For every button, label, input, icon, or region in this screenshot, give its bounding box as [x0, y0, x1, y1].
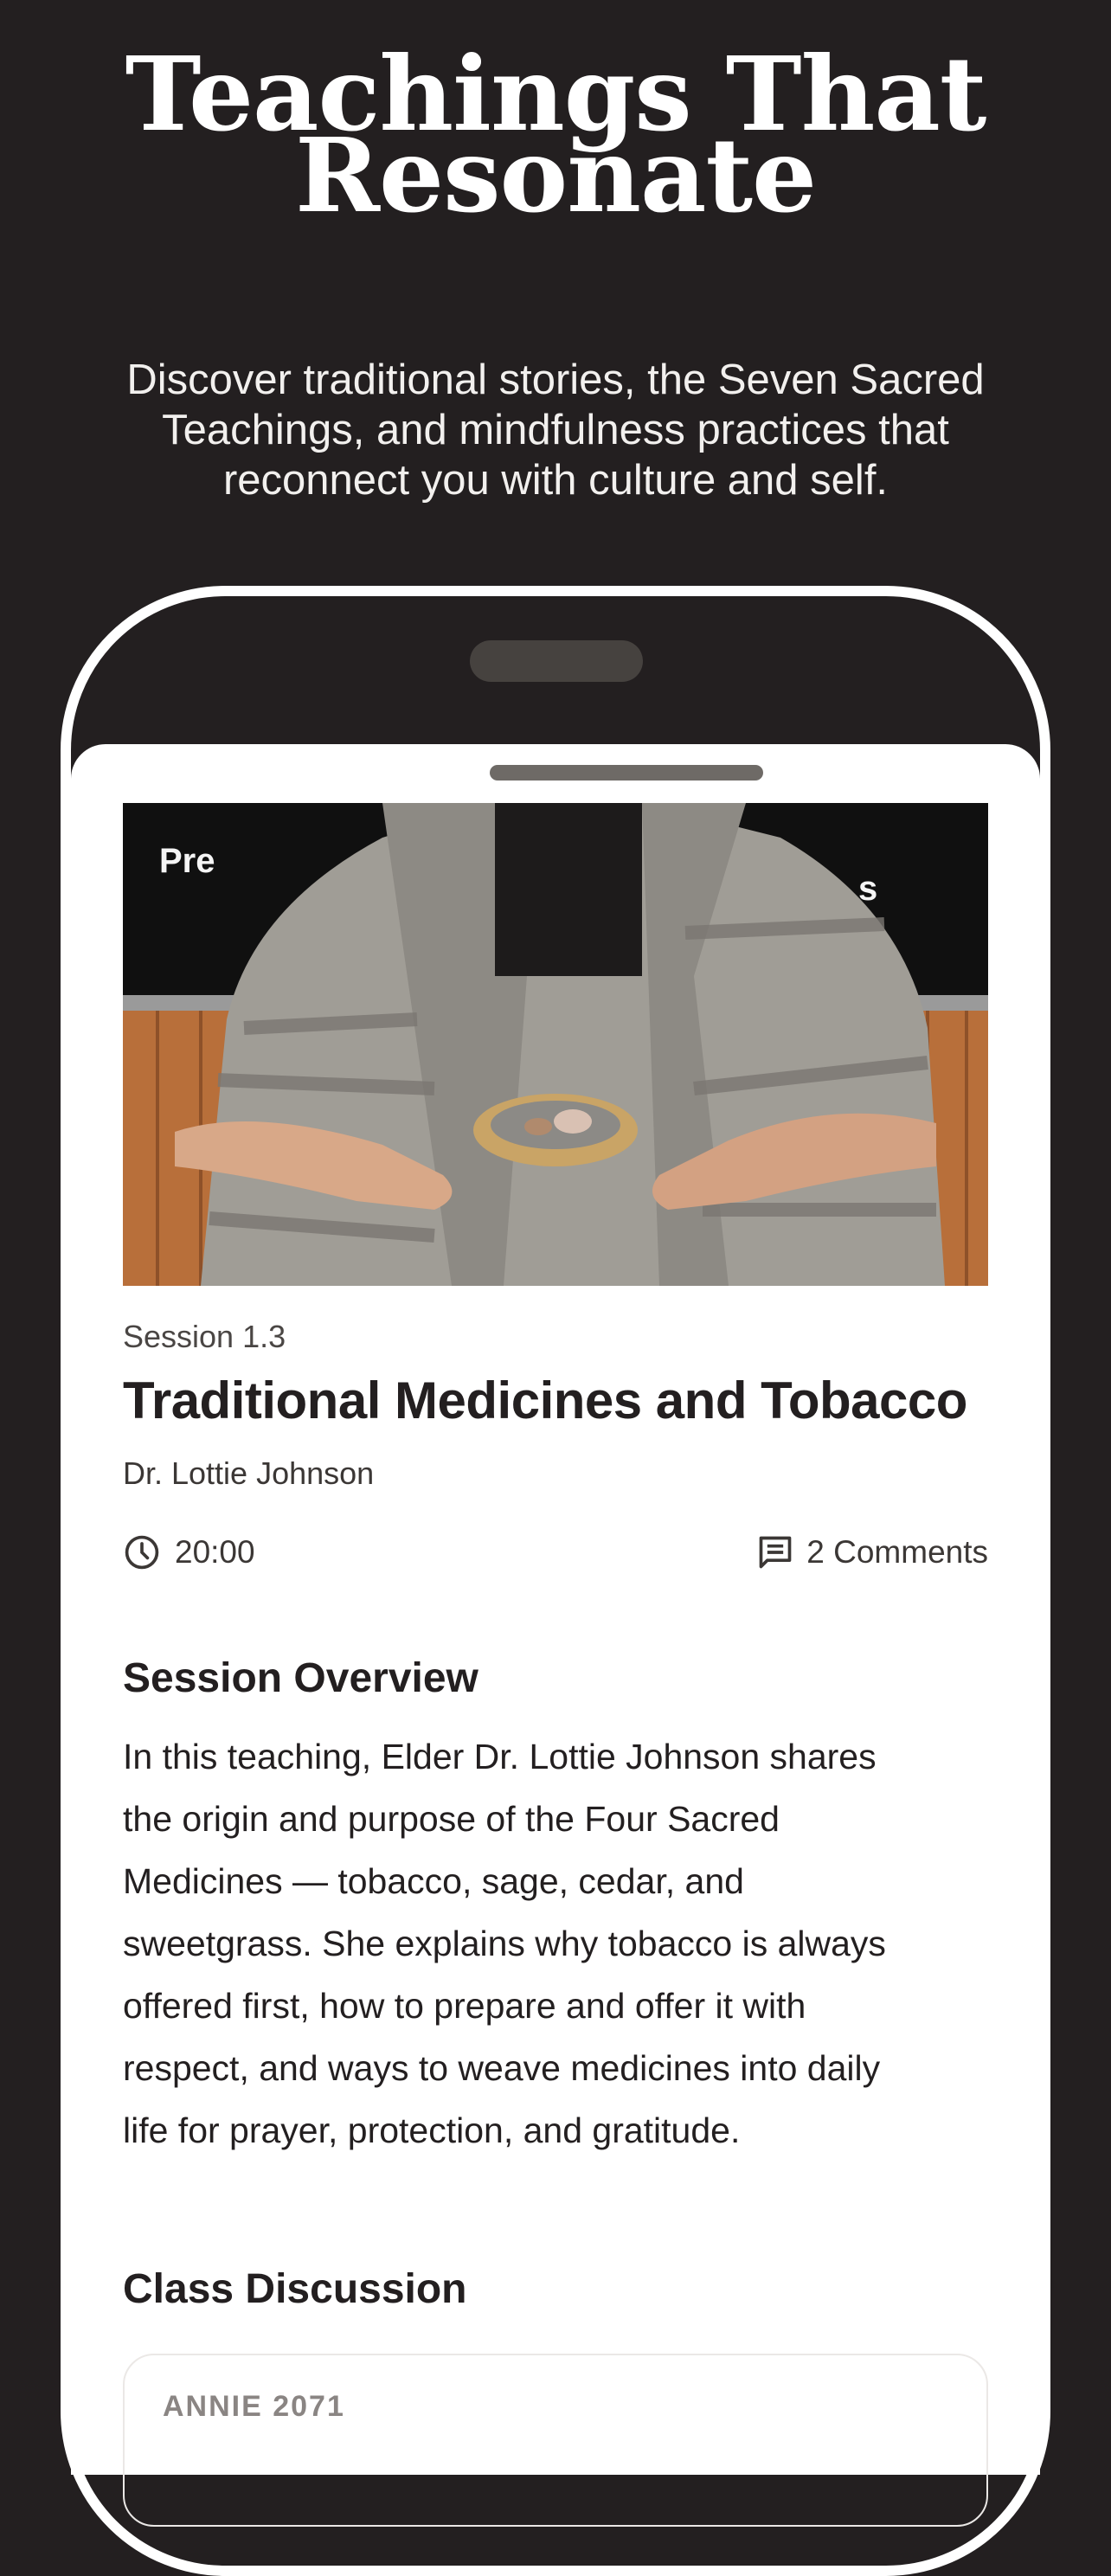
session-number-label: Session 1.3: [123, 1319, 286, 1354]
media-sign-left-text: Pre: [159, 842, 215, 880]
sheet-grabber-handle[interactable]: [490, 765, 763, 781]
hero-subtitle: Discover traditional stories, the Seven …: [95, 355, 1016, 505]
comments-count: 2 Comments: [806, 1534, 988, 1570]
session-video-thumbnail[interactable]: Pre s: [123, 803, 988, 1286]
session-duration: 20:00: [123, 1533, 255, 1571]
session-meta-row: 20:00 2 Comments: [123, 1533, 988, 1577]
overview-line: In this teaching, Elder Dr. Lottie Johns…: [123, 1737, 877, 1776]
discussion-comment-card[interactable]: ANNIE 2071: [123, 2354, 988, 2527]
overview-line: the origin and purpose of the Four Sacre…: [123, 1799, 780, 1839]
overview-line: sweetgrass. She explains why tobacco is …: [123, 1924, 886, 1963]
overview-line: respect, and ways to weave medicines int…: [123, 2048, 881, 2088]
clock-icon: [125, 1535, 159, 1570]
overview-line: Medicines — tobacco, sage, cedar, and: [123, 1861, 744, 1901]
hero-subtitle-line-1: Discover traditional stories, the Seven …: [126, 357, 985, 403]
overview-line: life for prayer, protection, and gratitu…: [123, 2110, 741, 2150]
comment-author: ANNIE 2071: [163, 2390, 345, 2423]
session-title: Traditional Medicines and Tobacco: [123, 1372, 967, 1429]
instructor-name: Dr. Lottie Johnson: [123, 1455, 375, 1491]
class-discussion-heading: Class Discussion: [123, 2266, 467, 2312]
comments-link[interactable]: 2 Comments: [756, 1533, 988, 1571]
phone-notch: [470, 640, 643, 682]
session-overview-text: In this teaching, Elder Dr. Lottie Johns…: [123, 1725, 997, 2162]
hero-subtitle-line-2: Teachings, and mindfulness practices tha…: [162, 407, 949, 453]
overview-line: offered first, how to prepare and offer …: [123, 1986, 806, 2026]
session-detail-sheet: Pre s Session 1.3 Traditional Medicines …: [71, 744, 1040, 2527]
hero-title: Teachings That Resonate: [0, 43, 1111, 227]
duration-text: 20:00: [175, 1534, 255, 1570]
comment-icon: [759, 1536, 792, 1569]
hero-subtitle-line-3: reconnect you with culture and self.: [222, 457, 889, 504]
session-overview-heading: Session Overview: [123, 1655, 478, 1701]
